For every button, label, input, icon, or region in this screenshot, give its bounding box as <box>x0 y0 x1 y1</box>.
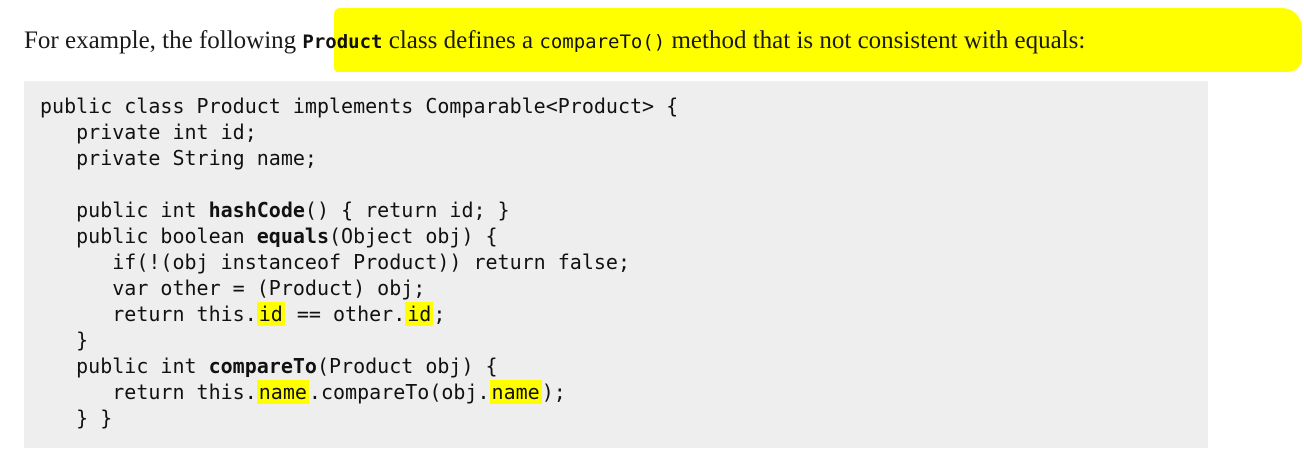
code-token: ); <box>541 380 566 404</box>
intro-text-before: For example, the following <box>24 27 303 54</box>
highlight-id: id <box>405 302 434 326</box>
intro-text-middle: class defines a <box>382 27 540 54</box>
highlight-name: name <box>489 380 542 404</box>
intro-paragraph: For example, the following Product class… <box>24 22 1085 61</box>
code-line-compareto: public int compareTo(Product obj) { <box>40 353 678 379</box>
code-line-return-name: return this. name .compareTo(obj. name); <box>40 379 678 405</box>
code-token: public int <box>40 354 209 378</box>
method-name-code: compareTo() <box>539 31 666 53</box>
code-line-cast: var other = (Product) obj; <box>40 276 426 300</box>
code-line-close-equals: } <box>40 328 89 352</box>
highlight-name: name <box>256 380 309 404</box>
class-name-code: Product <box>302 31 383 53</box>
code-line-hashcode: public int hashCode() { return id; } <box>40 197 678 223</box>
code-line-close-class: } } <box>40 406 113 430</box>
intro-text-after: method that is not consistent with equal… <box>665 27 1086 54</box>
code-line-field-id: private int id; <box>40 120 257 144</box>
highlight-id: id <box>256 302 285 326</box>
code-line-return-id: return this. id == other. id; <box>40 301 678 327</box>
code-token: () { return id; } <box>304 198 510 222</box>
code-line-instanceof: if(!(obj instanceof Product)) return fal… <box>40 250 631 274</box>
code-token: return this. <box>40 302 257 326</box>
code-token: public boolean <box>40 224 257 248</box>
code-token: .compareTo(obj. <box>308 380 490 404</box>
code-block: public class Product implements Comparab… <box>24 81 1208 448</box>
method-equals: equals <box>256 224 329 248</box>
method-compareto: compareTo <box>208 354 317 378</box>
code-line-equals: public boolean equals(Object obj) { <box>40 223 678 249</box>
code-token: (Object obj) { <box>329 224 498 248</box>
code-token: (Product obj) { <box>316 354 498 378</box>
code-line-field-name: private String name; <box>40 146 317 170</box>
code-token: public int <box>40 198 209 222</box>
code-token: ; <box>433 302 446 326</box>
code-token: return this. <box>40 380 257 404</box>
method-hashcode: hashCode <box>208 198 305 222</box>
code-listing: public class Product implements Comparab… <box>40 93 678 431</box>
code-line-class-decl: public class Product implements Comparab… <box>40 94 679 118</box>
code-token: == other. <box>284 302 406 326</box>
